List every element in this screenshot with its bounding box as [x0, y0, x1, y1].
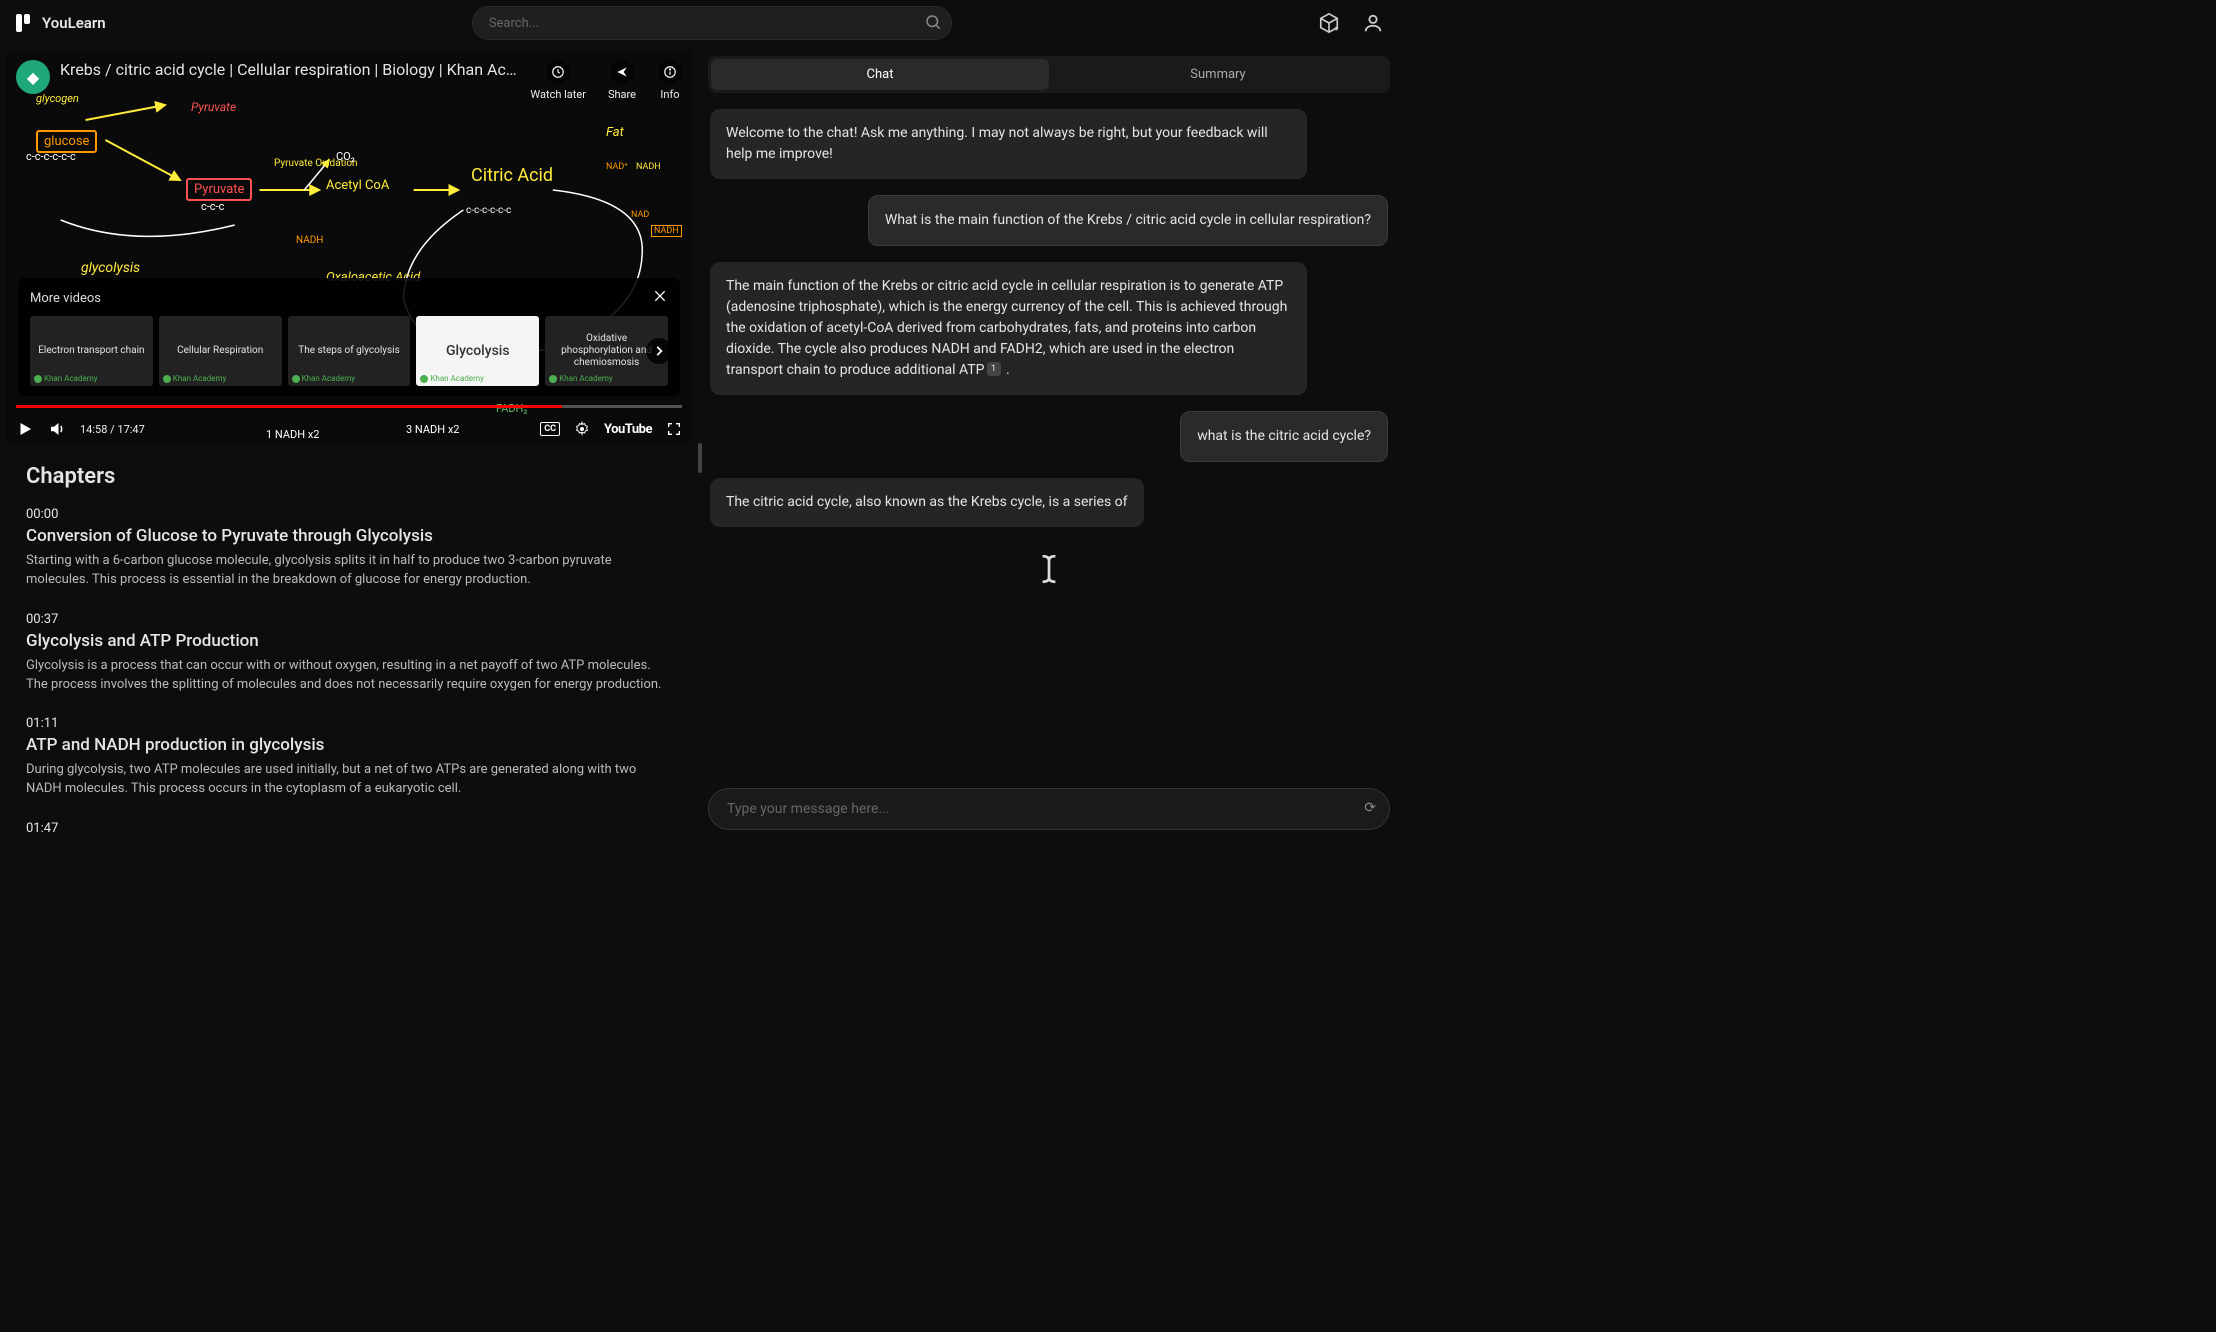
chapter-item[interactable]: 00:37 Glycolysis and ATP Production Glyc… [26, 612, 672, 695]
watch-later-button[interactable]: Watch later [530, 60, 586, 101]
more-videos-list: Electron transport chain Khan Academy Ce… [30, 316, 668, 386]
volume-button[interactable] [48, 420, 66, 438]
cube-add-icon[interactable] [1318, 12, 1340, 34]
search-container [472, 6, 952, 40]
chapter-timestamp: 01:47 [26, 821, 672, 836]
video-title: Krebs / citric acid cycle | Cellular res… [60, 60, 520, 79]
more-video-item[interactable]: The steps of glycolysis Khan Academy [288, 316, 411, 386]
share-icon [610, 60, 634, 84]
search-input[interactable] [472, 6, 952, 40]
chat-message-ai: The citric acid cycle, also known as the… [710, 478, 1144, 527]
more-video-item[interactable]: Electron transport chain Khan Academy [30, 316, 153, 386]
logo-mark-icon [16, 14, 34, 32]
text-cursor-icon [1038, 553, 1060, 589]
left-pane: glycogen glucose c-c-c-c-c-c Pyruvate Py… [0, 46, 698, 840]
source-badge: Khan Academy [34, 374, 98, 383]
video-player[interactable]: glycogen glucose c-c-c-c-c-c Pyruvate Py… [6, 50, 692, 444]
app-logo[interactable]: YouLearn [16, 14, 106, 32]
channel-avatar-icon[interactable]: ◆ [16, 60, 50, 94]
chapters-panel[interactable]: Chapters 00:00 Conversion of Glucose to … [6, 444, 692, 840]
chapter-timestamp: 00:37 [26, 612, 672, 627]
more-video-item[interactable]: Glycolysis Khan Academy [416, 316, 539, 386]
video-controls: 14:58 / 17:47 CC YouTube [16, 420, 682, 438]
source-badge: Khan Academy [549, 374, 613, 383]
chapter-item[interactable]: 01:47 [26, 821, 672, 836]
user-icon[interactable] [1362, 12, 1384, 34]
settings-button[interactable] [574, 421, 590, 437]
fullscreen-button[interactable] [666, 421, 682, 437]
chat-message-ai: The main function of the Krebs or citric… [710, 262, 1307, 395]
chat-messages[interactable]: Welcome to the chat! Ask me anything. I … [708, 105, 1390, 778]
app-name: YouLearn [42, 14, 106, 32]
chat-input[interactable] [708, 788, 1390, 830]
tab-chat[interactable]: Chat [711, 59, 1049, 90]
chapters-heading: Chapters [26, 464, 672, 489]
more-video-item[interactable]: Cellular Respiration Khan Academy [159, 316, 282, 386]
clock-icon [546, 60, 570, 84]
more-videos-title: More videos [30, 291, 101, 306]
next-videos-button[interactable] [646, 338, 672, 364]
right-pane: Chat Summary Welcome to the chat! Ask me… [702, 46, 1400, 840]
tab-summary[interactable]: Summary [1049, 59, 1387, 90]
source-badge: Khan Academy [163, 374, 227, 383]
close-icon[interactable] [652, 288, 668, 308]
citation-badge[interactable]: 1 [987, 362, 1001, 376]
panel-tabs: Chat Summary [708, 56, 1390, 93]
youtube-link[interactable]: YouTube [604, 422, 652, 437]
chapter-item[interactable]: 00:00 Conversion of Glucose to Pyruvate … [26, 507, 672, 590]
chat-message-user: What is the main function of the Krebs /… [868, 195, 1388, 246]
source-badge: Khan Academy [292, 374, 356, 383]
info-button[interactable]: Info [658, 60, 682, 101]
play-button[interactable] [16, 420, 34, 438]
chapter-title: Glycolysis and ATP Production [26, 631, 672, 651]
share-button[interactable]: Share [608, 60, 636, 101]
app-header: YouLearn [0, 0, 1400, 46]
chapter-description: During glycolysis, two ATP molecules are… [26, 761, 672, 799]
chapter-timestamp: 00:00 [26, 507, 672, 522]
chapter-title: Conversion of Glucose to Pyruvate throug… [26, 526, 672, 546]
chapter-item[interactable]: 01:11 ATP and NADH production in glycoly… [26, 716, 672, 799]
info-icon [658, 60, 682, 84]
chapter-timestamp: 01:11 [26, 716, 672, 731]
loading-spinner-icon: ⟳ [1364, 800, 1376, 816]
chat-message-user: what is the citric acid cycle? [1180, 411, 1388, 462]
video-progress-bar[interactable] [16, 405, 682, 408]
source-badge: Khan Academy [420, 374, 484, 383]
search-icon[interactable] [924, 13, 942, 35]
chapter-title: ATP and NADH production in glycolysis [26, 735, 672, 755]
captions-button[interactable]: CC [540, 422, 560, 436]
header-actions [1318, 12, 1384, 34]
pane-divider[interactable] [698, 46, 702, 840]
chat-message-ai: Welcome to the chat! Ask me anything. I … [710, 109, 1307, 179]
chapter-description: Glycolysis is a process that can occur w… [26, 657, 672, 695]
chapter-description: Starting with a 6-carbon glucose molecul… [26, 552, 672, 590]
video-time: 14:58 / 17:47 [80, 423, 145, 436]
chat-input-container: ⟳ [708, 788, 1390, 830]
more-videos-panel: More videos Electron transport chain Kha… [18, 278, 680, 396]
drag-handle-icon[interactable] [698, 443, 702, 473]
